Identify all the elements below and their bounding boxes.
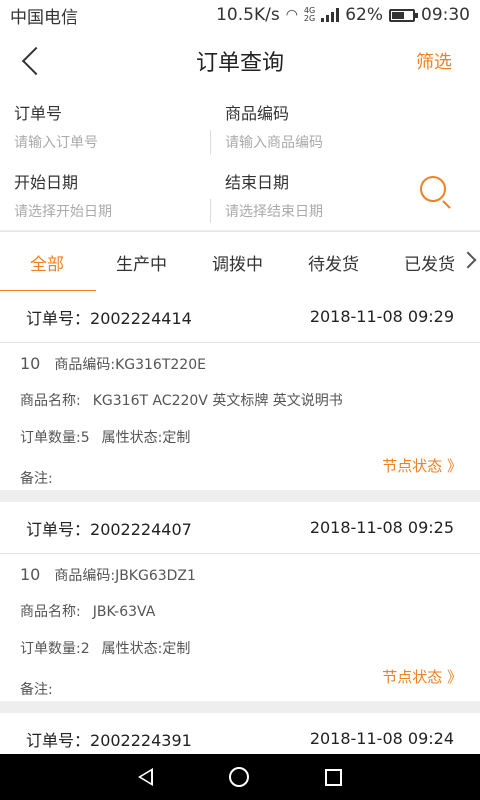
order-attrs-row: 订单数量:2 属性状态:定制 xyxy=(20,631,460,668)
status-bar: 中国电信 10.5K/s ◠ 4G 2G 62% 09:30 xyxy=(0,0,480,30)
nav-recents-icon[interactable] xyxy=(325,768,342,786)
signal-icon xyxy=(321,8,340,22)
order-quantity: 订单数量:2 xyxy=(20,641,90,657)
product-name: KG316T AC220V 英文标牌 英文说明书 xyxy=(92,393,343,409)
attribute-status: 属性状态:定制 xyxy=(101,430,191,446)
chevron-right-icon[interactable] xyxy=(459,251,477,269)
filter-button[interactable]: 筛选 xyxy=(416,48,452,74)
remark-label: 备注: xyxy=(20,682,53,698)
order-card[interactable]: 订单号：2002224407 2018-11-08 09:25 10 商品编码:J… xyxy=(0,502,480,701)
tab-transferring[interactable]: 调拨中 xyxy=(212,250,263,275)
product-name-row: 商品名称: KG316T AC220V 英文标牌 英文说明书 xyxy=(20,393,343,409)
product-code-row: 10 商品编码:KG316T220E xyxy=(20,349,460,383)
nav-home-icon[interactable] xyxy=(229,767,249,787)
item-quantity: 10 xyxy=(20,354,41,373)
order-list: 订单号：2002224414 2018-11-08 09:29 10 商品编码:K… xyxy=(0,291,480,777)
order-number: 订单号：2002224414 xyxy=(26,308,192,328)
network-speed: 10.5K/s xyxy=(216,5,280,25)
product-name: JBK-63VA xyxy=(92,604,156,620)
order-datetime: 2018-11-08 09:29 xyxy=(309,307,454,326)
end-date-label: 结束日期 xyxy=(225,173,290,192)
network-type-icon: 4G 2G xyxy=(303,6,316,23)
order-number: 订单号：2002224391 xyxy=(26,730,192,750)
tab-pending-shipment[interactable]: 待发货 xyxy=(308,250,359,275)
app-header: 订单查询 筛选 xyxy=(0,30,480,92)
battery-percent: 62% xyxy=(345,5,383,25)
order-quantity: 订单数量:5 xyxy=(20,430,90,446)
product-code: 商品编码:KG316T220E xyxy=(54,357,206,373)
product-code-row: 10 商品编码:JBKG63DZ1 xyxy=(20,560,460,594)
product-code-input[interactable]: 请输入商品编码 xyxy=(225,132,425,152)
order-card[interactable]: 订单号：2002224414 2018-11-08 09:29 10 商品编码:K… xyxy=(0,291,480,490)
end-date-input[interactable]: 请选择结束日期 xyxy=(225,201,425,221)
start-date-label: 开始日期 xyxy=(14,173,79,192)
system-nav-bar xyxy=(0,754,480,800)
battery-icon xyxy=(389,8,418,22)
order-card-body: 10 商品编码:KG316T220E 商品名称: KG316T AC220V 英文标… xyxy=(0,343,480,490)
node-status-link[interactable]: 节点状态 》 xyxy=(382,666,462,687)
node-status-link[interactable]: 节点状态 》 xyxy=(382,455,462,476)
order-datetime: 2018-11-08 09:25 xyxy=(309,518,454,537)
wifi-icon: ◠ xyxy=(285,7,298,23)
start-date-field[interactable]: 开始日期 请选择开始日期 xyxy=(14,169,214,221)
product-code: 商品编码:JBKG63DZ1 xyxy=(54,568,196,584)
end-date-field[interactable]: 结束日期 请选择结束日期 xyxy=(225,169,425,221)
search-icon[interactable] xyxy=(420,176,454,210)
order-no-field[interactable]: 订单号 请输入订单号 xyxy=(14,100,214,152)
product-code-label: 商品编码 xyxy=(225,104,290,123)
status-icons: 10.5K/s ◠ 4G 2G 62% 09:30 xyxy=(216,5,470,25)
field-divider xyxy=(210,199,211,223)
tab-all[interactable]: 全部 xyxy=(30,250,64,275)
attribute-status: 属性状态:定制 xyxy=(101,641,191,657)
order-card-header: 订单号：2002224414 2018-11-08 09:29 xyxy=(0,291,480,343)
field-divider xyxy=(210,130,211,154)
order-datetime: 2018-11-08 09:24 xyxy=(309,729,454,748)
clock: 09:30 xyxy=(421,5,470,25)
carrier-label: 中国电信 xyxy=(10,7,78,28)
item-quantity: 10 xyxy=(20,565,41,584)
page-title: 订单查询 xyxy=(195,51,284,76)
order-number: 订单号：2002224407 xyxy=(26,519,192,539)
nav-back-icon[interactable] xyxy=(138,768,153,786)
tab-producing[interactable]: 生产中 xyxy=(116,250,167,275)
product-code-field[interactable]: 商品编码 请输入商品编码 xyxy=(225,100,425,152)
start-date-input[interactable]: 请选择开始日期 xyxy=(14,201,214,221)
order-no-label: 订单号 xyxy=(14,104,63,123)
remark-label: 备注: xyxy=(20,471,53,487)
order-no-input[interactable]: 请输入订单号 xyxy=(14,132,214,152)
order-card-body: 10 商品编码:JBKG63DZ1 商品名称: JBK-63VA 订单数量:2 属性状… xyxy=(0,554,480,701)
order-attrs-row: 订单数量:5 属性状态:定制 xyxy=(20,420,460,457)
product-name-row: 商品名称: JBK-63VA xyxy=(20,604,156,620)
order-card-header: 订单号：2002224407 2018-11-08 09:25 xyxy=(0,502,480,554)
tab-shipped[interactable]: 已发货 xyxy=(404,250,455,275)
search-form: 订单号 请输入订单号 商品编码 请输入商品编码 开始日期 请选择开始日期 结束日… xyxy=(0,92,480,230)
status-tabs: 全部 生产中 调拨中 待发货 已发货 xyxy=(0,231,480,292)
